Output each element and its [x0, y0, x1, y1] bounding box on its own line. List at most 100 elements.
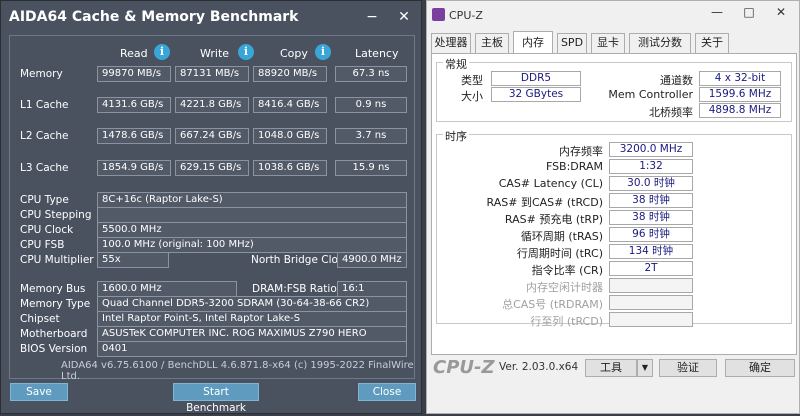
channels-label: 通道数	[660, 74, 693, 87]
cpu-stepping-label: CPU Stepping	[20, 209, 92, 221]
tab-about[interactable]: 关于	[695, 33, 729, 53]
tab-memory[interactable]: 内存	[513, 31, 553, 53]
tab-mainboard[interactable]: 主板	[475, 33, 509, 53]
l2-read: 1478.6 GB/s	[97, 128, 171, 144]
memory-bus-value: 1600.0 MHz	[97, 281, 237, 297]
timing-value	[609, 312, 693, 327]
motherboard-label: Motherboard	[20, 328, 88, 340]
l3-copy: 1038.6 GB/s	[253, 160, 327, 176]
row-label-l2: L2 Cache	[20, 130, 69, 142]
cpuz-app-icon	[432, 8, 445, 21]
l3-write: 629.15 GB/s	[175, 160, 249, 176]
read-info-icon[interactable]: i	[154, 44, 170, 60]
save-button[interactable]: Save	[10, 383, 68, 401]
cpuz-close-icon[interactable]: ✕	[767, 5, 795, 19]
cpu-multiplier-value: 55x	[97, 252, 169, 268]
timing-label: 内存频率	[559, 145, 603, 158]
timing-value: 3200.0 MHz	[609, 142, 693, 157]
bios-version-value: 0401	[97, 341, 407, 357]
chipset-value: Intel Raptor Point-S, Intel Raptor Lake-…	[97, 311, 407, 327]
l1-read: 4131.6 GB/s	[97, 97, 171, 113]
l3-latency: 15.9 ns	[335, 160, 407, 176]
l2-write: 667.24 GB/s	[175, 128, 249, 144]
dram-fsb-ratio-label: DRAM:FSB Ratio	[252, 283, 337, 295]
cpu-clock-value: 5500.0 MHz	[97, 222, 407, 238]
north-bridge-label: North Bridge Clock	[251, 254, 350, 266]
cpu-clock-label: CPU Clock	[20, 224, 74, 236]
timing-value	[609, 295, 693, 310]
cpu-multiplier-label: CPU Multiplier	[20, 254, 94, 266]
aida64-title: AIDA64 Cache & Memory Benchmark	[9, 9, 299, 25]
tools-button[interactable]: 工具	[585, 359, 637, 377]
close-button[interactable]: Close	[358, 383, 416, 401]
l1-latency: 0.9 ns	[335, 97, 407, 113]
cpu-type-value: 8C+16c (Raptor Lake-S)	[97, 192, 407, 208]
timings-group-title: 时序	[443, 128, 469, 144]
maximize-icon[interactable]: □	[735, 5, 763, 19]
timing-value: 30.0 时钟	[609, 176, 693, 191]
memory-bus-label: Memory Bus	[20, 283, 86, 295]
memory-copy: 88920 MB/s	[253, 66, 327, 82]
cpuz-title: CPU-Z	[449, 9, 483, 22]
tab-bench[interactable]: 测试分数	[629, 33, 691, 53]
timing-value: 38 时钟	[609, 193, 693, 208]
l3-read: 1854.9 GB/s	[97, 160, 171, 176]
row-label-memory: Memory	[20, 68, 63, 80]
timing-value	[609, 278, 693, 293]
start-benchmark-button[interactable]: Start Benchmark	[173, 383, 259, 414]
tab-graphics[interactable]: 显卡	[591, 33, 625, 53]
cpu-type-label: CPU Type	[20, 194, 69, 206]
timing-label: 总CAS号 (tRDRAM)	[502, 298, 603, 311]
motherboard-value: ASUSTeK COMPUTER INC. ROG MAXIMUS Z790 H…	[97, 326, 407, 342]
validate-button[interactable]: 验证	[659, 359, 717, 377]
row-label-l3: L3 Cache	[20, 162, 69, 174]
general-group: 常规 类型 DDR5 大小 32 GBytes 通道数 4 x 32-bit M…	[436, 56, 792, 122]
north-bridge-value: 4900.0 MHz	[337, 252, 407, 268]
mem-controller-value: 1599.6 MHz	[699, 87, 781, 102]
timing-label: RAS# 预充电 (tRP)	[504, 213, 603, 226]
mem-size-value: 32 GBytes	[491, 87, 581, 102]
column-read: Read	[120, 47, 148, 60]
mem-controller-label: Mem Controller	[608, 88, 693, 101]
general-group-title: 常规	[443, 56, 469, 72]
cpuz-logo: CPU-Z	[433, 357, 495, 378]
cpu-stepping-value	[97, 207, 407, 223]
ok-button[interactable]: 确定	[725, 359, 795, 377]
memory-tab-panel: 常规 类型 DDR5 大小 32 GBytes 通道数 4 x 32-bit M…	[431, 53, 797, 355]
copy-info-icon[interactable]: i	[315, 44, 331, 60]
tab-processor[interactable]: 处理器	[431, 33, 471, 53]
timing-label: 指令比率 (CR)	[531, 264, 603, 277]
mem-type-label: 类型	[461, 74, 483, 87]
timing-value: 1:32	[609, 159, 693, 174]
l2-latency: 3.7 ns	[335, 128, 407, 144]
tools-dropdown-icon[interactable]: ▼	[637, 359, 653, 377]
memory-write: 87131 MB/s	[175, 66, 249, 82]
northbridge-freq-label: 北桥频率	[649, 106, 693, 119]
timing-label: 内存空闲计时器	[526, 281, 603, 294]
timing-value: 2T	[609, 261, 693, 276]
tab-spd[interactable]: SPD	[557, 33, 587, 53]
cpu-fsb-value: 100.0 MHz (original: 100 MHz)	[97, 237, 407, 253]
memory-type-label: Memory Type	[20, 298, 91, 310]
l1-write: 4221.8 GB/s	[175, 97, 249, 113]
northbridge-freq-value: 4898.8 MHz	[699, 103, 781, 118]
minimize-icon[interactable]: —	[703, 5, 731, 19]
timing-label: 行至列 (tRCD)	[530, 315, 603, 328]
timing-label: CAS# Latency (CL)	[498, 177, 603, 190]
dram-fsb-ratio-value: 16:1	[337, 281, 407, 297]
timing-label: FSB:DRAM	[545, 160, 603, 173]
timing-label: 循环周期 (tRAS)	[520, 230, 603, 243]
timing-value: 38 时钟	[609, 210, 693, 225]
column-latency: Latency	[355, 47, 399, 60]
timings-group: 时序 内存频率 3200.0 MHz FSB:DRAM 1:32 CAS# La…	[436, 128, 792, 328]
write-info-icon[interactable]: i	[238, 44, 254, 60]
memory-read: 99870 MB/s	[97, 66, 171, 82]
channels-value: 4 x 32-bit	[699, 71, 781, 86]
close-icon[interactable]: ✕	[393, 7, 415, 27]
column-write: Write	[200, 47, 230, 60]
chipset-label: Chipset	[20, 313, 60, 325]
minimize-button[interactable]: −	[361, 7, 383, 27]
timing-value: 96 时钟	[609, 227, 693, 242]
timing-value: 134 时钟	[609, 244, 693, 259]
memory-type-value: Quad Channel DDR5-3200 SDRAM (30-64-38-6…	[97, 296, 407, 312]
